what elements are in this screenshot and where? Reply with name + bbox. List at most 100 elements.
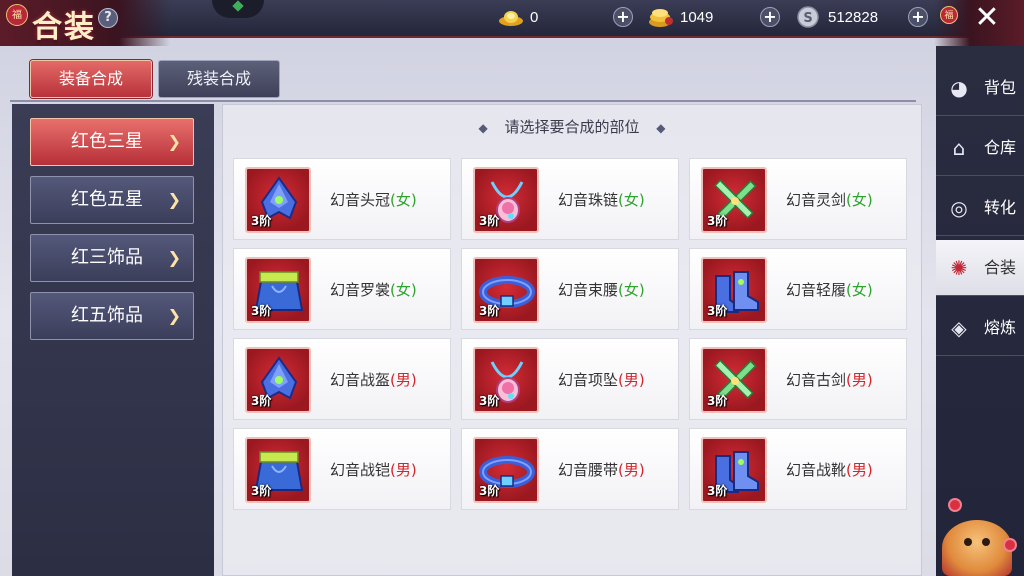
equipment-slot-1[interactable]: 3阶 幻音珠链(女) [461, 158, 679, 240]
select-prompt: ◆ 请选择要合成的部位 ◆ [222, 116, 922, 137]
close-area: 福 ✕ [934, 0, 1024, 46]
boots-icon: 3阶 [701, 437, 767, 503]
item-name-text: 幻音头冠 [330, 191, 391, 209]
category-red-five-accessory[interactable]: 红五饰品 ❯ [30, 292, 194, 340]
item-name-text: 幻音轻履 [786, 281, 847, 299]
warehouse-icon: ⌂ [952, 136, 966, 160]
gender-tag: (男) [390, 461, 417, 479]
tier-label: 3阶 [251, 214, 272, 228]
tab-fragment-synthesis[interactable]: 残装合成 [158, 60, 280, 98]
ornament-right-icon: ◆ [656, 121, 666, 135]
boots-icon: 3阶 [701, 257, 767, 323]
crossed-swords-icon: 3阶 [701, 167, 767, 233]
item-name: 幻音古剑(男) [786, 369, 873, 390]
flower-icon [1005, 540, 1015, 550]
equipment-slot-2[interactable]: 3阶 幻音灵剑(女) [689, 158, 907, 240]
item-name: 幻音腰带(男) [558, 459, 645, 480]
divider [10, 100, 916, 102]
item-name: 幻音战盔(男) [330, 369, 417, 390]
equipment-slot-5[interactable]: 3阶 幻音轻履(女) [689, 248, 907, 330]
crossed-swords-icon: 3阶 [701, 347, 767, 413]
equipment-slot-0[interactable]: 3阶 幻音头冠(女) [233, 158, 451, 240]
tier-label: 3阶 [479, 484, 500, 498]
category-red-three-star[interactable]: 红色三星 ❯ [30, 118, 194, 166]
mascot-icon [942, 520, 1012, 576]
gender-tag: (男) [618, 371, 645, 389]
item-name-text: 幻音战靴 [786, 461, 847, 479]
gender-tag: (女) [618, 191, 645, 209]
nav-convert[interactable]: ◎ 转化 [936, 180, 1024, 236]
necklace-icon: 3阶 [473, 167, 539, 233]
item-name: 幻音项坠(男) [558, 369, 645, 390]
nav-label: 合装 [984, 258, 1017, 277]
item-name-text: 幻音束腰 [558, 281, 619, 299]
belt-icon: 3阶 [473, 257, 539, 323]
nav-warehouse[interactable]: ⌂ 仓库 [936, 120, 1024, 176]
item-name: 幻音头冠(女) [330, 189, 417, 210]
tier-label: 3阶 [479, 214, 500, 228]
fortune-badge-icon: 福 [6, 4, 28, 26]
nav-combine[interactable]: ✺ 合装 [936, 240, 1024, 296]
equipment-slot-9[interactable]: 3阶 幻音战铠(男) [233, 428, 451, 510]
item-name: 幻音战靴(男) [786, 459, 873, 480]
silver-amount: 512828 [828, 9, 879, 26]
robe-icon: 3阶 [245, 437, 311, 503]
item-name-text: 幻音战盔 [330, 371, 391, 389]
svg-text:S: S [803, 11, 812, 26]
tab-equipment-synthesis[interactable]: 装备合成 [30, 60, 152, 98]
category-label: 红五饰品 [71, 305, 143, 326]
nav-label: 仓库 [984, 138, 1017, 157]
equipment-slot-6[interactable]: 3阶 幻音战盔(男) [233, 338, 451, 420]
gender-tag: (女) [618, 281, 645, 299]
category-label: 红三饰品 [71, 247, 143, 268]
category-label: 红色五星 [71, 189, 143, 210]
smelt-icon: ◈ [951, 316, 967, 340]
category-label: 红色三星 [71, 131, 143, 152]
silver-coin-icon: S [797, 6, 819, 28]
nav-bag[interactable]: ◕ 背包 [936, 60, 1024, 116]
category-red-five-star[interactable]: 红色五星 ❯ [30, 176, 194, 224]
equipment-slot-4[interactable]: 3阶 幻音束腰(女) [461, 248, 679, 330]
help-button[interactable]: ? [98, 8, 118, 28]
gender-tag: (女) [846, 191, 873, 209]
side-nav: ◕ 背包 ⌂ 仓库 ◎ 转化 ✺ 合装 ◈ 熔炼 [936, 46, 1024, 576]
gender-tag: (女) [846, 281, 873, 299]
equipment-slot-8[interactable]: 3阶 幻音古剑(男) [689, 338, 907, 420]
equipment-slot-11[interactable]: 3阶 幻音战靴(男) [689, 428, 907, 510]
necklace-icon: 3阶 [473, 347, 539, 413]
close-button[interactable]: ✕ [972, 3, 1002, 34]
tier-label: 3阶 [707, 214, 728, 228]
category-red-three-accessory[interactable]: 红三饰品 ❯ [30, 234, 194, 282]
flower-icon [950, 500, 960, 510]
tier-label: 3阶 [251, 304, 272, 318]
item-name: 幻音罗裳(女) [330, 279, 417, 300]
equipment-slot-10[interactable]: 3阶 幻音腰带(男) [461, 428, 679, 510]
belt-icon: 3阶 [473, 437, 539, 503]
gold-coin-stack-icon [649, 9, 673, 27]
tier-label: 3阶 [479, 304, 500, 318]
item-name: 幻音束腰(女) [558, 279, 645, 300]
robe-icon: 3阶 [245, 257, 311, 323]
item-name: 幻音战铠(男) [330, 459, 417, 480]
item-name-text: 幻音灵剑 [786, 191, 847, 209]
chevron-right-icon: ❯ [167, 306, 181, 325]
add-ingot-button[interactable]: + [613, 7, 633, 27]
add-coin-button[interactable]: + [760, 7, 780, 27]
nav-label: 熔炼 [984, 318, 1017, 337]
nav-label: 背包 [984, 78, 1017, 97]
add-silver-button[interactable]: + [908, 7, 928, 27]
item-name-text: 幻音罗裳 [330, 281, 391, 299]
bag-icon: ◕ [950, 76, 968, 100]
nav-smelt[interactable]: ◈ 熔炼 [936, 300, 1024, 356]
title-area: 福 合装 ? [0, 0, 170, 46]
helmet-icon: 3阶 [245, 167, 311, 233]
chevron-right-icon: ❯ [167, 132, 181, 151]
equipment-slot-3[interactable]: 3阶 幻音罗裳(女) [233, 248, 451, 330]
gender-tag: (男) [618, 461, 645, 479]
gender-tag: (女) [390, 191, 417, 209]
item-name-text: 幻音古剑 [786, 371, 847, 389]
equipment-slot-7[interactable]: 3阶 幻音项坠(男) [461, 338, 679, 420]
tier-label: 3阶 [707, 304, 728, 318]
item-name: 幻音轻履(女) [786, 279, 873, 300]
chevron-right-icon: ❯ [167, 248, 181, 267]
